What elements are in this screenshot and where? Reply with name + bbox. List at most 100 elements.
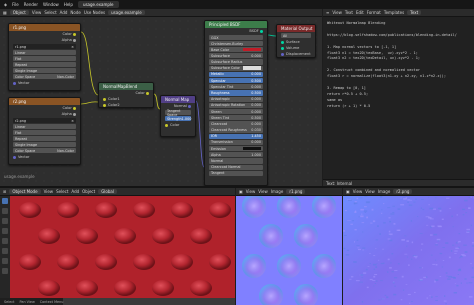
shader-node-editor[interactable]: ▦ Object View Select Add Node Use Nodes … xyxy=(0,9,322,187)
extension-select[interactable]: Repeat xyxy=(13,62,76,67)
output-socket[interactable] xyxy=(73,106,76,110)
menu-file[interactable]: File xyxy=(12,2,19,7)
code-area[interactable]: Whiteout Normalmap Blending https://blog… xyxy=(327,21,457,110)
image-editor-2[interactable]: ▣ View View Image r2.png xyxy=(343,188,474,305)
input-socket[interactable] xyxy=(281,46,284,50)
projection-select[interactable]: Flat xyxy=(13,56,76,61)
input-socket[interactable] xyxy=(281,40,284,44)
format-menu[interactable]: Format xyxy=(367,10,381,15)
color-space-select[interactable]: Color Space Non-Color xyxy=(13,74,76,79)
bsdf-input-alpha[interactable]: Alpha 1.000 xyxy=(209,152,263,158)
bsdf-input-ior[interactable]: IOR 1.450 xyxy=(209,133,263,139)
input-socket[interactable] xyxy=(103,103,106,107)
bsdf-input-roughness[interactable]: Roughness 0.500 xyxy=(209,90,263,96)
menu-window[interactable]: Window xyxy=(43,2,59,7)
image-select[interactable]: r1.png xyxy=(286,189,306,194)
bsdf-input-transmission[interactable]: Transmission 0.000 xyxy=(209,139,263,146)
bsdf-input-subsurface-color[interactable]: Subsurface Color xyxy=(209,65,263,71)
bsdf-input-clearcoat-roughness[interactable]: Clearcoat Roughness 0.030 xyxy=(209,127,263,133)
measure-tool-icon[interactable] xyxy=(2,268,8,274)
image-file-field[interactable]: r1.png × xyxy=(13,44,76,49)
source-select[interactable]: Single Image xyxy=(13,68,76,73)
bsdf-input-normal[interactable]: Normal xyxy=(209,158,263,164)
bsdf-input-base-color[interactable]: Base Color xyxy=(209,47,263,53)
output-socket[interactable] xyxy=(73,112,76,116)
close-icon[interactable]: × xyxy=(71,119,74,123)
input-socket[interactable] xyxy=(165,123,168,127)
output-socket[interactable] xyxy=(73,32,76,36)
bsdf-input-specular-tint[interactable]: Specular Tint 0.000 xyxy=(209,84,263,90)
node-header[interactable]: Principled BSDF xyxy=(205,21,267,28)
principled-bsdf-node[interactable]: Principled BSDF BSDF GGX Christensen-Bur… xyxy=(204,20,268,186)
bsdf-input-sheen[interactable]: Sheen 0.000 xyxy=(209,108,263,115)
image-texture-node-1[interactable]: r1.png Color Alpha r1.png × Linear Flat R… xyxy=(8,23,81,91)
bsdf-input-clearcoat[interactable]: Clearcoat 0.000 xyxy=(209,121,263,127)
extension-select[interactable]: Repeat xyxy=(13,136,76,141)
mode-select[interactable]: Object Mode xyxy=(9,189,41,194)
3d-viewport[interactable]: ⊞ Object Mode View Select Add Object Glo… xyxy=(0,188,235,305)
move-tool-icon[interactable] xyxy=(2,218,8,224)
projection-select[interactable]: Flat xyxy=(13,130,76,135)
add-menu[interactable]: Add xyxy=(71,189,79,194)
view-menu-2[interactable]: View xyxy=(365,189,375,194)
view-menu-2[interactable]: View xyxy=(258,189,268,194)
blender-logo-icon[interactable]: ◈ xyxy=(4,2,7,7)
bsdf-input-anisotropic[interactable]: Anisotropic 0.000 xyxy=(209,96,263,102)
material-output-node[interactable]: Material Output All Surface Volume Displ… xyxy=(276,24,316,58)
object-menu[interactable]: Object xyxy=(82,189,95,194)
bsdf-input-metallic[interactable]: Metallic 0.000 xyxy=(209,71,263,78)
editor-type-icon[interactable]: ⊞ xyxy=(3,189,6,194)
input-socket[interactable] xyxy=(13,81,16,85)
text-editor[interactable]: ≡ View Text Edit Format Templates Text W… xyxy=(323,9,474,187)
output-socket[interactable] xyxy=(146,91,149,95)
space-select[interactable]: Tangent Space xyxy=(165,109,191,117)
image-editor-1[interactable]: ▣ View View Image r1.png xyxy=(236,188,342,305)
output-socket[interactable] xyxy=(188,104,191,108)
output-socket[interactable] xyxy=(260,29,263,33)
menu-render[interactable]: Render xyxy=(24,2,38,7)
view-menu[interactable]: View xyxy=(246,189,256,194)
subsurface-method-select[interactable]: Christensen-Burley xyxy=(209,41,263,46)
image-texture-node-2[interactable]: r2.png Color Alpha r2.png × Linear Flat R… xyxy=(8,97,81,165)
editor-type-icon[interactable]: ▣ xyxy=(346,189,350,194)
text-menu[interactable]: Text xyxy=(345,10,353,15)
image-file-field[interactable]: r2.png × xyxy=(13,118,76,123)
distribution-select[interactable]: GGX xyxy=(209,35,263,40)
bsdf-input-anisotropic-rotation[interactable]: Anisotropic Rotation 0.000 xyxy=(209,102,263,108)
editor-type-icon[interactable]: ≡ xyxy=(326,10,329,15)
bsdf-input-subsurface-radius[interactable]: Subsurface Radius xyxy=(209,59,263,65)
rotate-tool-icon[interactable] xyxy=(2,228,8,234)
view-menu[interactable]: View xyxy=(44,189,54,194)
menu-help[interactable]: Help xyxy=(64,2,73,7)
target-select[interactable]: All xyxy=(281,33,311,38)
input-socket[interactable] xyxy=(281,52,284,56)
transform-tool-icon[interactable] xyxy=(2,248,8,254)
scale-tool-icon[interactable] xyxy=(2,238,8,244)
node-header[interactable]: r1.png xyxy=(9,24,80,31)
view-menu[interactable]: View xyxy=(353,189,363,194)
edit-menu[interactable]: Edit xyxy=(356,10,364,15)
close-icon[interactable]: × xyxy=(71,45,74,49)
text-datablock[interactable]: Text xyxy=(407,10,422,15)
bsdf-input-sheen-tint[interactable]: Sheen Tint 0.500 xyxy=(209,115,263,121)
select-tool-icon[interactable] xyxy=(2,198,8,204)
bsdf-input-tangent[interactable]: Tangent xyxy=(209,170,263,177)
bsdf-input-specular[interactable]: Specular 0.500 xyxy=(209,77,263,84)
image-menu[interactable]: Image xyxy=(271,189,284,194)
normalmapblend-group-node[interactable]: NormalMapBlend Color Color1 Color2 xyxy=(98,82,154,108)
node-header[interactable]: Material Output xyxy=(277,25,315,32)
cursor-tool-icon[interactable] xyxy=(2,208,8,214)
bsdf-input-clearcoat-normal[interactable]: Clearcoat Normal xyxy=(209,164,263,170)
templates-menu[interactable]: Templates xyxy=(384,10,404,15)
workspace-tab[interactable]: usage.example xyxy=(77,1,119,8)
interpolation-select[interactable]: Linear xyxy=(13,50,76,55)
bsdf-input-subsurface[interactable]: Subsurface 0.000 xyxy=(209,53,263,59)
output-socket[interactable] xyxy=(73,38,76,42)
view-menu[interactable]: View xyxy=(332,10,342,15)
transform-orientation-select[interactable]: Global xyxy=(98,189,117,194)
annotate-tool-icon[interactable] xyxy=(2,258,8,264)
editor-type-icon[interactable]: ▣ xyxy=(239,189,243,194)
node-header[interactable]: r2.png xyxy=(9,98,80,105)
node-header[interactable]: NormalMapBlend xyxy=(99,83,153,90)
interpolation-select[interactable]: Linear xyxy=(13,124,76,129)
